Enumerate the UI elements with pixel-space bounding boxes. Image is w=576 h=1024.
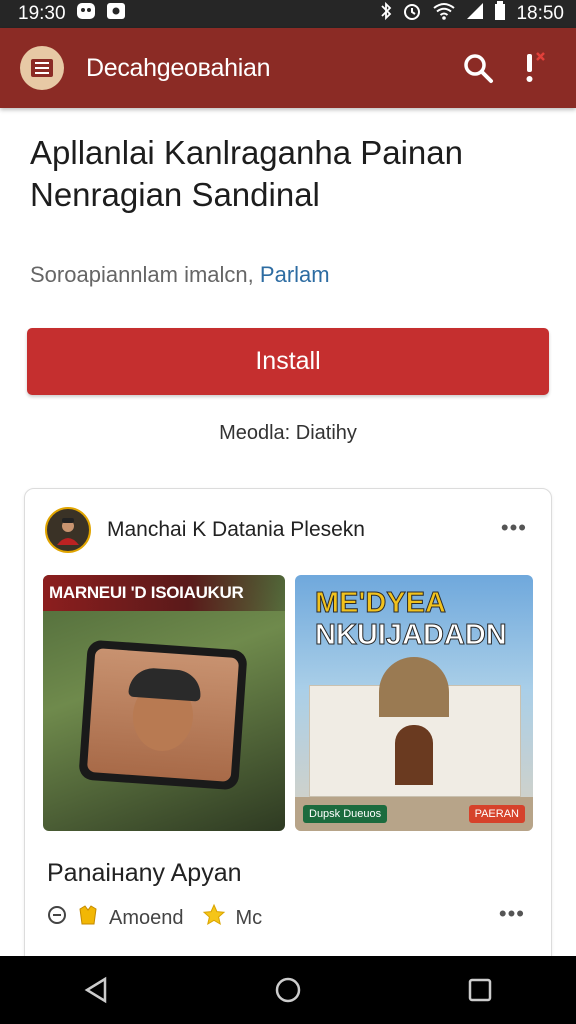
thumbnail-right-badge-left: Dupsk Dueuos	[303, 805, 388, 823]
subline: Soroapiannlam imalcn, Parlam	[30, 262, 330, 288]
thumbnail-right-line1: ME'DYEA	[315, 587, 447, 620]
bluetooth-icon	[380, 1, 392, 27]
home-icon[interactable]	[258, 960, 318, 1020]
status-time-left: 19:30	[18, 3, 66, 24]
avatar[interactable]	[45, 507, 91, 553]
search-icon[interactable]	[456, 46, 500, 90]
thumbnail-right-caption: ME'DYEA NKUIJADADN	[315, 587, 508, 652]
status-bar: 19:30 18:50	[0, 0, 576, 28]
alert-icon[interactable]	[512, 46, 556, 90]
thumbnail-right-line2: NKUIJADADN	[315, 619, 508, 652]
content-card: Manchai K Datania Plesekn ••• MARNEUI 'D…	[24, 488, 552, 990]
battery-icon	[494, 1, 506, 27]
meta-line: Meodla: Diatihy	[219, 422, 357, 444]
back-icon[interactable]	[66, 960, 126, 1020]
card-item-title[interactable]: Panaiнany Apyan	[47, 859, 242, 888]
system-nav-bar	[0, 956, 576, 1024]
thumbnail-right-badge-right: PAERAN	[468, 805, 525, 823]
phone-illustration	[78, 639, 248, 791]
card-header-title: Manchai K Datania Plesekn	[107, 518, 365, 541]
alarm-icon	[402, 1, 422, 27]
app-notification-icon	[106, 2, 126, 26]
menu-logo-icon[interactable]	[20, 46, 64, 90]
page-headline: Apllanlai Kanlraganha Painan Nenragian S…	[30, 134, 463, 213]
app-title: Decahgeoвahian	[86, 53, 271, 82]
recents-icon[interactable]	[450, 960, 510, 1020]
clock-icon	[47, 905, 67, 931]
signal-icon	[466, 2, 484, 26]
more-options-icon[interactable]: •••	[501, 515, 527, 541]
status-time-right: 18:50	[516, 3, 564, 24]
wifi-icon	[432, 2, 456, 26]
app-bar: Decahgeoвahian	[0, 28, 576, 108]
thumbnail-right[interactable]: ME'DYEA NKUIJADADN Dupsk Dueuos PAERAN	[295, 575, 533, 831]
meta-label-1: Amoend	[109, 906, 184, 929]
subline-link[interactable]: Parlam	[260, 262, 330, 287]
card-meta: Amoend Mc	[47, 903, 262, 933]
thumbnail-left-caption: MARNEUI 'D ISOIAUKUR	[43, 575, 285, 611]
meta-label-2: Mc	[235, 906, 263, 929]
star-icon	[202, 903, 226, 933]
item-more-options-icon[interactable]: •••	[499, 901, 525, 927]
install-button[interactable]: Install	[27, 328, 549, 395]
card-header: Manchai K Datania Plesekn	[45, 507, 365, 553]
thumbnail-left[interactable]: MARNEUI 'D ISOIAUKUR	[43, 575, 285, 831]
notification-icon	[76, 2, 96, 26]
subline-text: Soroapiannlam imalcn,	[30, 262, 254, 287]
bookmark-icon	[77, 904, 99, 932]
